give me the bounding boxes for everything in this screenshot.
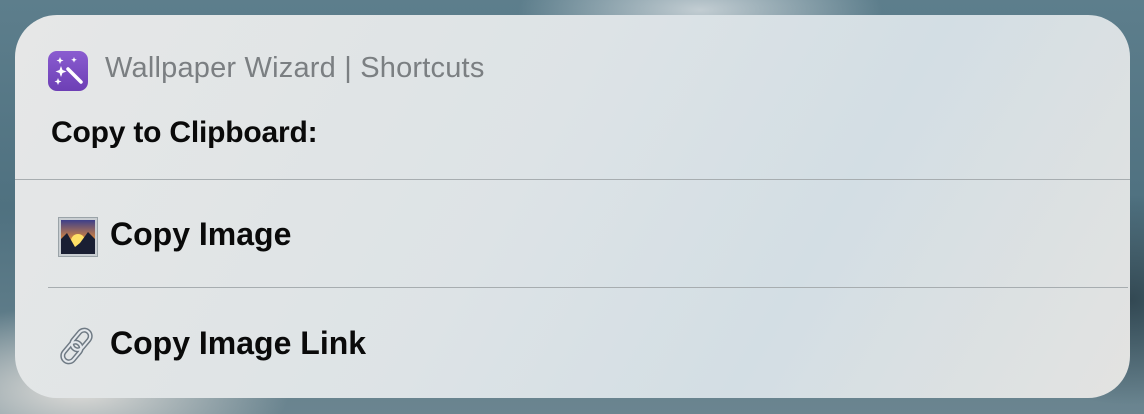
link-icon	[58, 326, 98, 366]
copy-image-label: Copy Image	[110, 216, 292, 252]
prompt-title: Copy to Clipboard:	[51, 116, 318, 149]
option-copy-image-link[interactable]: Copy Image Link	[15, 289, 1130, 397]
magic-wand-sparkles-icon	[48, 51, 88, 91]
app-title: Wallpaper Wizard | Shortcuts	[105, 52, 485, 84]
copy-image-link-label: Copy Image Link	[110, 325, 367, 361]
shortcut-menu-panel: Wallpaper Wizard | Shortcuts Copy to Cli…	[15, 15, 1130, 398]
divider	[48, 287, 1128, 288]
sunrise-over-mountains-icon	[58, 217, 98, 257]
option-copy-image[interactable]: Copy Image	[15, 180, 1130, 288]
menu-header: Wallpaper Wizard | Shortcuts Copy to Cli…	[15, 15, 1130, 180]
